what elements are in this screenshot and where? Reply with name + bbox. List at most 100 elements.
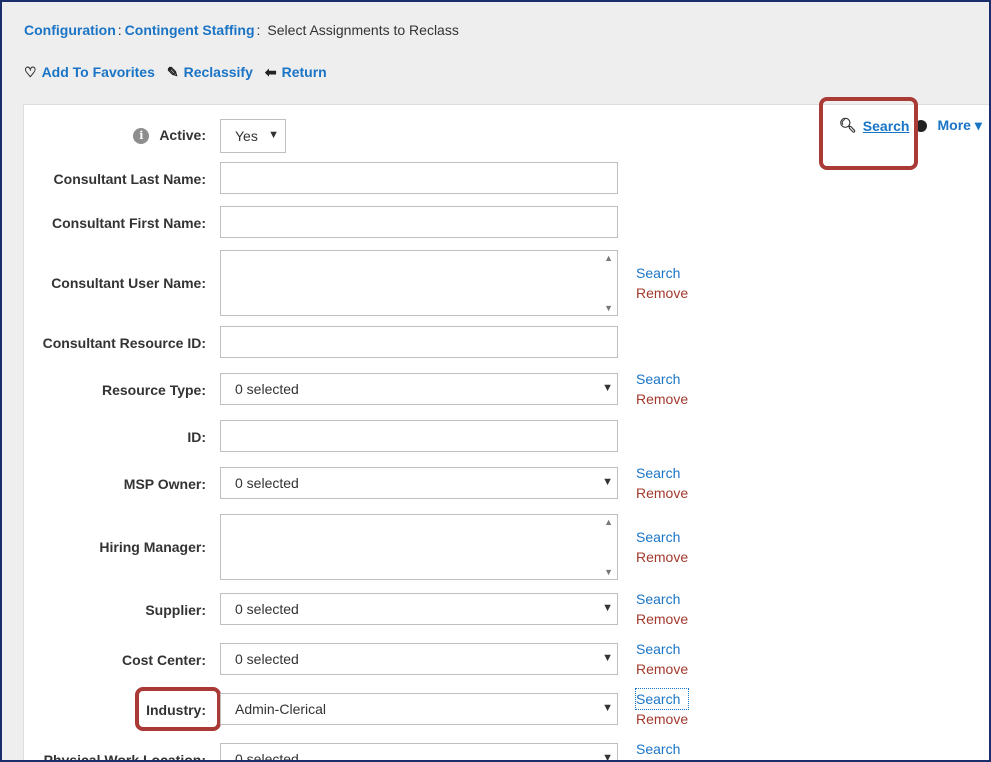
hiring-manager-links: Search Remove [636, 527, 688, 567]
supplier-label: Supplier: [145, 602, 206, 618]
row-resource-type: Resource Type: 0 selected ▼ Search Remove [24, 371, 724, 407]
remove-link[interactable]: Remove [636, 709, 688, 729]
physical-work-location-value: 0 selected [235, 751, 299, 762]
supplier-value: 0 selected [235, 601, 299, 617]
resource-type-value: 0 selected [235, 381, 299, 397]
search-highlight [819, 97, 918, 170]
consultant-resource-id-input[interactable] [220, 326, 618, 358]
reclassify-label: Reclassify [183, 64, 253, 80]
row-id: ID: [24, 420, 724, 454]
msp-owner-label: MSP Owner: [123, 476, 206, 492]
active-label-wrap: i Active: [133, 127, 206, 145]
remove-link[interactable]: Remove [636, 283, 688, 303]
scroll-down-icon[interactable]: ▼ [604, 567, 613, 577]
industry-select[interactable]: Admin-Clerical ▼ [220, 693, 618, 725]
physical-work-location-label: Physical Work Location: [43, 752, 206, 762]
action-bar: ♡ Add To Favorites ✎ Reclassify ⬅ Return [24, 64, 327, 80]
physical-work-location-links: Search [636, 739, 680, 759]
row-consultant-resource-id: Consultant Resource ID: [24, 326, 724, 360]
consultant-first-name-label: Consultant First Name: [51, 215, 206, 231]
add-to-favorites-button[interactable]: ♡ Add To Favorites [24, 64, 155, 80]
breadcrumb-contingent-staffing[interactable]: Contingent Staffing [125, 22, 255, 38]
return-icon: ⬅ [264, 64, 277, 80]
cost-center-select[interactable]: 0 selected ▼ [220, 643, 618, 675]
consultant-resource-id-label: Consultant Resource ID: [42, 335, 206, 351]
industry-highlight [135, 687, 221, 731]
row-consultant-last-name: Consultant Last Name: [24, 162, 724, 196]
add-to-favorites-label: Add To Favorites [41, 64, 155, 80]
breadcrumb-separator: : [256, 22, 261, 38]
remove-link[interactable]: Remove [636, 609, 688, 629]
breadcrumb-configuration[interactable]: Configuration [24, 22, 116, 38]
more-button[interactable]: More ▾ [937, 117, 981, 134]
row-active: i Active: Yes ▼ [24, 119, 724, 153]
row-hiring-manager: Hiring Manager: ▲ ▼ Search Remove [24, 514, 724, 580]
search-link[interactable]: Search [636, 527, 688, 547]
remove-link[interactable]: Remove [636, 483, 688, 503]
row-consultant-first-name: Consultant First Name: [24, 206, 724, 240]
scroll-up-icon[interactable]: ▲ [604, 517, 613, 527]
active-select[interactable]: Yes ▼ [220, 119, 286, 153]
chevron-down-icon: ▼ [602, 602, 613, 614]
consultant-user-name-list[interactable]: ▲ ▼ [220, 250, 618, 316]
search-link[interactable]: Search [636, 263, 688, 283]
row-msp-owner: MSP Owner: 0 selected ▼ Search Remove [24, 465, 724, 501]
id-input[interactable] [220, 420, 618, 452]
heart-icon: ♡ [24, 64, 37, 80]
remove-link[interactable]: Remove [636, 659, 688, 679]
msp-owner-select[interactable]: 0 selected ▼ [220, 467, 618, 499]
breadcrumb-current: Select Assignments to Reclass [267, 22, 459, 38]
chevron-down-icon: ▼ [602, 382, 613, 394]
chevron-down-icon: ▼ [602, 476, 613, 488]
hiring-manager-list[interactable]: ▲ ▼ [220, 514, 618, 580]
consultant-user-name-links: Search Remove [636, 263, 688, 303]
row-industry: Industry: Admin-Clerical ▼ Search Remove [24, 687, 724, 731]
active-label: Active: [159, 127, 206, 143]
physical-work-location-select[interactable]: 0 selected ▼ [220, 743, 618, 762]
more-label: More [937, 117, 971, 133]
cost-center-label: Cost Center: [121, 652, 206, 668]
resource-type-select[interactable]: 0 selected ▼ [220, 373, 618, 405]
chevron-down-icon: ▼ [602, 752, 613, 762]
search-link[interactable]: Search [636, 639, 688, 659]
chevron-down-icon: ▼ [602, 702, 613, 714]
consultant-first-name-input[interactable] [220, 206, 618, 238]
consultant-last-name-label: Consultant Last Name: [53, 171, 206, 187]
row-supplier: Supplier: 0 selected ▼ Search Remove [24, 591, 724, 627]
search-link[interactable]: Search [634, 688, 690, 710]
return-label: Return [281, 64, 327, 80]
search-link[interactable]: Search [636, 739, 680, 759]
return-button[interactable]: ⬅ Return [265, 64, 327, 80]
reclassify-button[interactable]: ✎ Reclassify [167, 64, 253, 80]
remove-link[interactable]: Remove [636, 389, 688, 409]
search-link[interactable]: Search [636, 463, 688, 483]
resource-type-label: Resource Type: [102, 382, 206, 398]
chevron-down-icon: ▼ [268, 129, 279, 141]
search-link[interactable]: Search [636, 589, 688, 609]
cost-center-links: Search Remove [636, 639, 688, 679]
supplier-select[interactable]: 0 selected ▼ [220, 593, 618, 625]
hiring-manager-label: Hiring Manager: [99, 539, 206, 555]
breadcrumb-separator: : [117, 22, 122, 38]
msp-owner-links: Search Remove [636, 463, 688, 503]
remove-link[interactable]: Remove [636, 547, 688, 567]
search-panel: 🔍︎ Search More ▾ i Active: Yes ▼ Consultan… [23, 97, 989, 762]
industry-links: Search Remove [634, 688, 690, 729]
msp-owner-value: 0 selected [235, 475, 299, 491]
pencil-icon: ✎ [166, 64, 179, 80]
scroll-down-icon[interactable]: ▼ [604, 303, 613, 313]
scroll-up-icon[interactable]: ▲ [604, 253, 613, 263]
chevron-down-icon: ▼ [602, 652, 613, 664]
supplier-links: Search Remove [636, 589, 688, 629]
industry-value: Admin-Clerical [235, 701, 327, 717]
consultant-user-name-label: Consultant User Name: [51, 275, 206, 291]
id-label: ID: [187, 429, 206, 445]
consultant-last-name-input[interactable] [220, 162, 618, 194]
row-consultant-user-name: Consultant User Name: ▲ ▼ Search Remove [24, 250, 724, 316]
resource-type-links: Search Remove [636, 369, 688, 409]
search-link[interactable]: Search [636, 369, 688, 389]
info-icon: i [133, 128, 150, 145]
active-value: Yes [235, 128, 258, 144]
row-cost-center: Cost Center: 0 selected ▼ Search Remove [24, 641, 724, 677]
row-physical-work-location: Physical Work Location: 0 selected ▼ Sear… [24, 741, 724, 762]
